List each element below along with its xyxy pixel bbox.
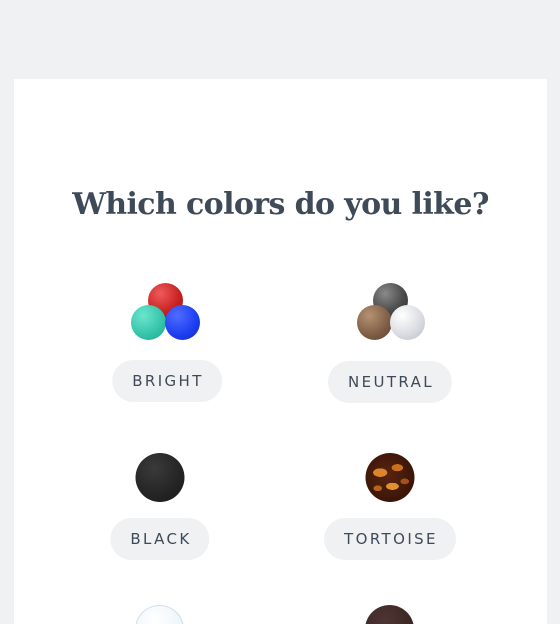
- blue-circle: [165, 305, 200, 340]
- tortoise-swatch-icon: [365, 453, 415, 502]
- option-neutral[interactable]: NEUTRAL: [290, 279, 490, 429]
- option-clear-partial[interactable]: [135, 605, 184, 624]
- neutral-colors-swatch-icon: [353, 283, 427, 347]
- black-option-button[interactable]: BLACK: [110, 518, 210, 560]
- neutral-option-button[interactable]: NEUTRAL: [327, 361, 453, 403]
- bright-colors-swatch-icon: [130, 283, 204, 347]
- black-swatch-icon: [135, 453, 185, 502]
- option-tortoise[interactable]: TORTOISE: [290, 445, 490, 595]
- brown-circle: [357, 305, 392, 340]
- option-dark-brown-partial[interactable]: [365, 605, 414, 624]
- question-card: Which colors do you like? BRIGHT NEUTRAL…: [14, 79, 547, 624]
- option-black[interactable]: BLACK: [60, 445, 260, 595]
- teal-circle: [131, 305, 166, 340]
- question-title: Which colors do you like?: [72, 187, 489, 222]
- silver-circle: [390, 305, 425, 340]
- tortoise-option-button[interactable]: TORTOISE: [324, 518, 456, 560]
- option-bright[interactable]: BRIGHT: [67, 279, 267, 429]
- bright-option-button[interactable]: BRIGHT: [112, 360, 222, 402]
